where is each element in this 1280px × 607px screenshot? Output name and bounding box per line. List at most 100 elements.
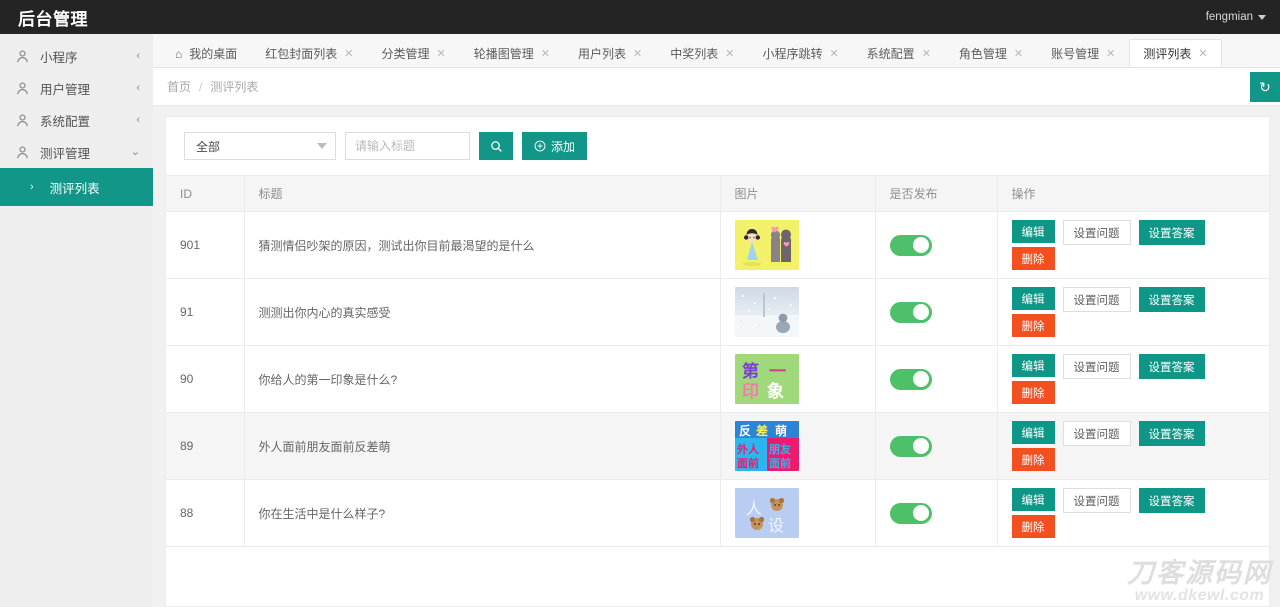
delete-button[interactable]: 删除 xyxy=(1012,314,1055,337)
cell-title: 测测出你内心的真实感受 xyxy=(244,279,720,346)
cell-id: 901 xyxy=(166,212,244,279)
sidebar-item-ceping-list[interactable]: › 测评列表 xyxy=(0,168,153,206)
category-select-value: 全部 xyxy=(196,138,220,155)
set-question-button[interactable]: 设置问题 xyxy=(1063,421,1131,446)
tab-10[interactable]: 测评列表 ✕ xyxy=(1129,39,1221,67)
table-row[interactable]: 88你在生活中是什么样子?人设编辑删除设置问题设置答案 xyxy=(166,480,1269,547)
sidebar-item-label: 用户管理 xyxy=(40,79,136,98)
close-icon[interactable]: ✕ xyxy=(541,47,550,60)
table-row[interactable]: 901猜测情侣吵架的原因，测试出你目前最渴望的是什么 编辑删除设置问题设置答案 xyxy=(166,212,1269,279)
close-icon[interactable]: ✕ xyxy=(922,47,931,60)
svg-text:面前: 面前 xyxy=(737,456,759,470)
user-icon xyxy=(14,80,31,97)
tab-label: 测评列表 xyxy=(1143,45,1191,62)
cell-title: 外人面前朋友面前反差萌 xyxy=(244,413,720,480)
breadcrumb: 首页 / 测评列表 ↻ xyxy=(153,68,1280,106)
edit-button[interactable]: 编辑 xyxy=(1012,354,1055,377)
cell-image: 人设 xyxy=(720,480,875,547)
add-button[interactable]: 添加 xyxy=(522,132,587,160)
tab-1[interactable]: 红包封面列表 ✕ xyxy=(251,39,367,67)
tab-4[interactable]: 用户列表✕ xyxy=(564,39,656,67)
tab-5[interactable]: 中奖列表 ✕ xyxy=(656,39,748,67)
sidebar-item-1[interactable]: 用户管理‹ xyxy=(0,72,153,104)
toggle-knob xyxy=(913,237,929,253)
cell-published xyxy=(875,480,997,547)
edit-button[interactable]: 编辑 xyxy=(1012,488,1055,511)
search-input[interactable] xyxy=(345,132,470,160)
tab-6[interactable]: 小程序跳转 ✕ xyxy=(748,39,852,67)
tab-9[interactable]: 账号管理✕ xyxy=(1037,39,1129,67)
persona-thumb[interactable]: 人设 xyxy=(735,488,799,538)
sidebar-item-label: 小程序 xyxy=(40,47,136,66)
publish-toggle[interactable] xyxy=(890,436,932,457)
edit-button[interactable]: 编辑 xyxy=(1012,220,1055,243)
snow-scene-thumb[interactable] xyxy=(735,287,799,337)
edit-button[interactable]: 编辑 xyxy=(1012,287,1055,310)
set-answer-button[interactable]: 设置答案 xyxy=(1139,287,1205,312)
column-header-1: 标题 xyxy=(244,176,720,212)
tab-8[interactable]: 角色管理✕ xyxy=(945,39,1037,67)
set-question-button[interactable]: 设置问题 xyxy=(1063,488,1131,513)
ceping-table: ID标题图片是否发布操作 901猜测情侣吵架的原因，测试出你目前最渴望的是什么编… xyxy=(166,175,1269,547)
edit-button[interactable]: 编辑 xyxy=(1012,421,1055,444)
user-icon xyxy=(14,112,31,129)
close-icon[interactable]: ✕ xyxy=(633,47,642,60)
tab-2[interactable]: 分类管理✕ xyxy=(368,39,460,67)
table-row[interactable]: 90你给人的第一印象是什么?第一印象编辑删除设置问题设置答案 xyxy=(166,346,1269,413)
tab-label: 中奖列表 xyxy=(670,45,718,62)
close-icon[interactable]: ✕ xyxy=(725,47,734,60)
table-row[interactable]: 89外人面前朋友面前反差萌反差萌外人朋友面前面前编辑删除设置问题设置答案 xyxy=(166,413,1269,480)
breadcrumb-root[interactable]: 首页 xyxy=(167,78,191,95)
set-answer-button[interactable]: 设置答案 xyxy=(1139,220,1205,245)
set-answer-button[interactable]: 设置答案 xyxy=(1139,488,1205,513)
contrast-cute-thumb[interactable]: 反差萌外人朋友面前面前 xyxy=(735,421,799,471)
cell-title: 猜测情侣吵架的原因，测试出你目前最渴望的是什么 xyxy=(244,212,720,279)
set-answer-button[interactable]: 设置答案 xyxy=(1139,421,1205,446)
delete-button[interactable]: 删除 xyxy=(1012,515,1055,538)
publish-toggle[interactable] xyxy=(890,302,932,323)
category-select[interactable]: 全部 xyxy=(184,132,336,160)
content-area: ⌂我的桌面红包封面列表✕分类管理✕轮播图管理✕用户列表✕中奖列表✕小程序跳转✕系… xyxy=(153,34,1280,607)
svg-text:朋友: 朋友 xyxy=(768,442,791,456)
couple-argue-thumb[interactable] xyxy=(735,220,799,270)
publish-toggle[interactable] xyxy=(890,369,932,390)
set-question-button[interactable]: 设置问题 xyxy=(1063,354,1131,379)
cell-published xyxy=(875,413,997,480)
svg-text:人: 人 xyxy=(746,499,762,518)
close-icon[interactable]: ✕ xyxy=(1106,47,1115,60)
set-answer-button[interactable]: 设置答案 xyxy=(1139,354,1205,379)
set-question-button[interactable]: 设置问题 xyxy=(1063,220,1131,245)
toggle-knob xyxy=(913,371,929,387)
tab-label: 红包封面列表 xyxy=(265,45,337,62)
cell-image xyxy=(720,212,875,279)
tab-7[interactable]: 系统配置✕ xyxy=(853,39,945,67)
sidebar: 小程序‹用户管理‹系统配置‹测评管理⌄ › 测评列表 xyxy=(0,34,153,607)
toggle-knob xyxy=(913,438,929,454)
sidebar-item-2[interactable]: 系统配置‹ xyxy=(0,104,153,136)
sidebar-item-3[interactable]: 测评管理⌄ xyxy=(0,136,153,168)
refresh-icon[interactable]: ↻ xyxy=(1250,72,1280,102)
delete-button[interactable]: 删除 xyxy=(1012,448,1055,471)
tab-0[interactable]: ⌂我的桌面 xyxy=(161,39,251,67)
close-icon[interactable]: ✕ xyxy=(829,47,838,60)
close-icon[interactable]: ✕ xyxy=(1014,47,1023,60)
publish-toggle[interactable] xyxy=(890,503,932,524)
close-icon[interactable]: ✕ xyxy=(437,47,446,60)
close-icon[interactable]: ✕ xyxy=(344,47,353,60)
sidebar-item-0[interactable]: 小程序‹ xyxy=(0,40,153,72)
search-button[interactable] xyxy=(479,132,513,160)
delete-button[interactable]: 删除 xyxy=(1012,381,1055,404)
tab-3[interactable]: 轮播图管理✕ xyxy=(460,39,564,67)
svg-text:一: 一 xyxy=(769,362,786,382)
first-impression-thumb[interactable]: 第一印象 xyxy=(735,354,799,404)
set-question-button[interactable]: 设置问题 xyxy=(1063,287,1131,312)
cell-operations: 编辑删除设置问题设置答案 xyxy=(997,212,1269,279)
user-menu[interactable]: fengmian xyxy=(1206,11,1266,23)
breadcrumb-separator: / xyxy=(199,80,202,94)
tab-label: 小程序跳转 xyxy=(762,45,822,62)
sidebar-item-label: 测评管理 xyxy=(40,143,131,162)
delete-button[interactable]: 删除 xyxy=(1012,247,1055,270)
close-icon[interactable]: ✕ xyxy=(1198,47,1207,60)
publish-toggle[interactable] xyxy=(890,235,932,256)
table-row[interactable]: 91测测出你内心的真实感受编辑删除设置问题设置答案 xyxy=(166,279,1269,346)
